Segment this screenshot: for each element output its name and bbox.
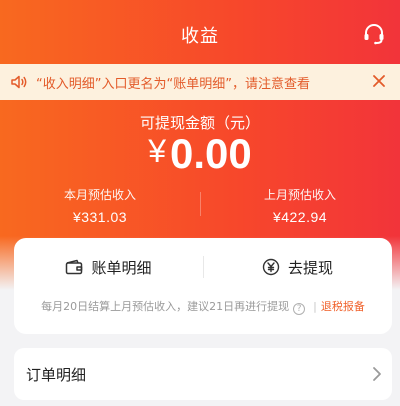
this-month-label: 本月预估收入 [63,188,136,202]
actions-card: 账单明细 去提现 每月20日结算上月预估收入，建议21日再进行提现? | 退税报备 [14,238,392,334]
bill-details-label: 账单明细 [91,258,152,277]
yuan-coin-icon [262,258,280,276]
tax-report-link[interactable]: 退税报备 [321,300,365,313]
speaker-icon [11,75,27,89]
last-month-income: 上月预估收入 ¥422.94 [200,186,400,225]
amount-value: 0.00 [170,130,252,177]
notice-bar: “收入明细”入口更名为“账单明细”，请注意查看 [0,64,400,100]
notice-text: “收入明细”入口更名为“账单明细”，请注意查看 [36,76,310,92]
wallet-icon [66,259,83,275]
order-details-row[interactable]: 订单明细 [14,348,392,400]
this-month-income: 本月预估收入 ¥331.03 [0,186,200,225]
this-month-value: ¥331.03 [72,209,128,225]
headset-icon[interactable] [362,22,386,46]
withdraw-label: 去提现 [287,258,333,277]
page-title: 收益 [181,26,219,47]
currency-symbol: ¥ [148,133,167,169]
withdraw-button[interactable]: 去提现 [203,238,392,296]
bill-details-button[interactable]: 账单明细 [14,238,203,296]
chevron-right-icon [373,367,381,381]
withdrawable-amount: ¥0.00 [0,130,400,178]
last-month-value: ¥422.94 [272,209,328,225]
settlement-hint-text: 每月20日结算上月预估收入，建议21日再进行提现 [41,300,290,313]
help-icon[interactable]: ? [293,303,306,315]
hint-separator: | [313,300,317,313]
settlement-hint: 每月20日结算上月预估收入，建议21日再进行提现? | 退税报备 [14,298,392,315]
last-month-label: 上月预估收入 [263,188,336,202]
order-details-label: 订单明细 [26,365,87,384]
close-icon[interactable] [372,74,386,88]
